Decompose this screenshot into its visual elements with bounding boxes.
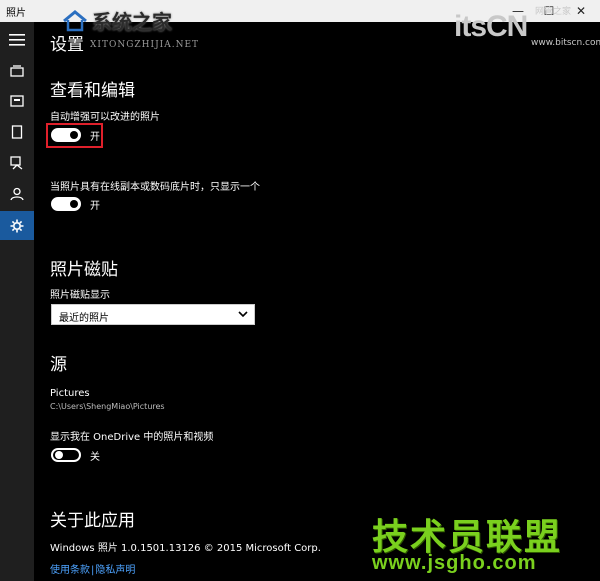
source-folder-path: C:\Users\ShengMiao\Pictures [50, 402, 165, 411]
albums-icon [10, 95, 24, 107]
live-tile-selected: 最近的照片 [59, 313, 109, 324]
view-edit-heading: 查看和编辑 [50, 81, 135, 101]
onedrive-label: 显示我在 OneDrive 中的照片和视频 [50, 432, 214, 443]
sidebar-item-folders[interactable] [0, 118, 34, 146]
sidebar-item-people[interactable] [0, 180, 34, 208]
sidebar-hamburger-button[interactable] [0, 26, 34, 54]
watermark-logo-text: 系统之家 [92, 10, 172, 34]
story-remix-icon [10, 156, 23, 170]
sources-heading: 源 [50, 355, 67, 375]
about-heading: 关于此应用 [50, 511, 135, 531]
privacy-link[interactable]: 隐私声明 [95, 565, 135, 576]
toggle-knob [70, 131, 78, 139]
onedrive-toggle[interactable] [51, 448, 81, 462]
toggle-knob [55, 451, 63, 459]
duplicates-label: 当照片具有在线副本或数码底片时，只显示一个 [50, 182, 260, 193]
window-title: 照片 [6, 8, 26, 19]
chevron-down-icon [238, 311, 248, 318]
version-text: Windows 照片 1.0.1501.13126 © 2015 Microso… [50, 543, 321, 554]
auto-enhance-toggle[interactable] [51, 128, 81, 142]
about-links: 使用条款|隐私声明 [50, 561, 135, 576]
auto-enhance-label: 自动增强可以改进的照片 [50, 112, 160, 123]
watermark-itscn-sub: 网管之家 [535, 7, 572, 17]
sidebar-item-story-remix[interactable] [0, 149, 34, 177]
terms-link[interactable]: 使用条款 [50, 565, 90, 576]
duplicates-toggle[interactable] [51, 197, 81, 211]
folders-icon [11, 125, 23, 139]
collection-icon [10, 65, 24, 77]
hamburger-menu-icon [9, 34, 25, 46]
live-tile-dropdown[interactable]: 最近的照片 [51, 304, 255, 325]
settings-gear-icon [10, 219, 24, 232]
toggle-knob [70, 200, 78, 208]
house-icon [63, 9, 87, 31]
watermark-bottom-url: www.jsgho.com [372, 552, 537, 574]
onedrive-state: 关 [90, 452, 100, 463]
watermark-itscn: itsCN [454, 10, 528, 43]
live-tile-heading: 照片磁贴 [50, 260, 118, 280]
link-separator: | [91, 565, 95, 576]
page-title: 设置 [50, 35, 84, 55]
sidebar-item-albums[interactable] [0, 87, 34, 115]
live-tile-label: 照片磁贴显示 [50, 290, 110, 301]
watermark-logo-sub: XITONGZHIJIA.NET [90, 40, 200, 50]
sidebar [0, 22, 34, 581]
watermark-itscn-url: www.bitscn.com [531, 38, 600, 48]
sidebar-item-settings[interactable] [0, 211, 34, 240]
sidebar-item-collection[interactable] [0, 57, 34, 85]
duplicates-state: 开 [90, 201, 100, 212]
source-folder-name[interactable]: Pictures [50, 388, 90, 399]
auto-enhance-state: 开 [90, 132, 100, 143]
people-icon [10, 187, 24, 201]
